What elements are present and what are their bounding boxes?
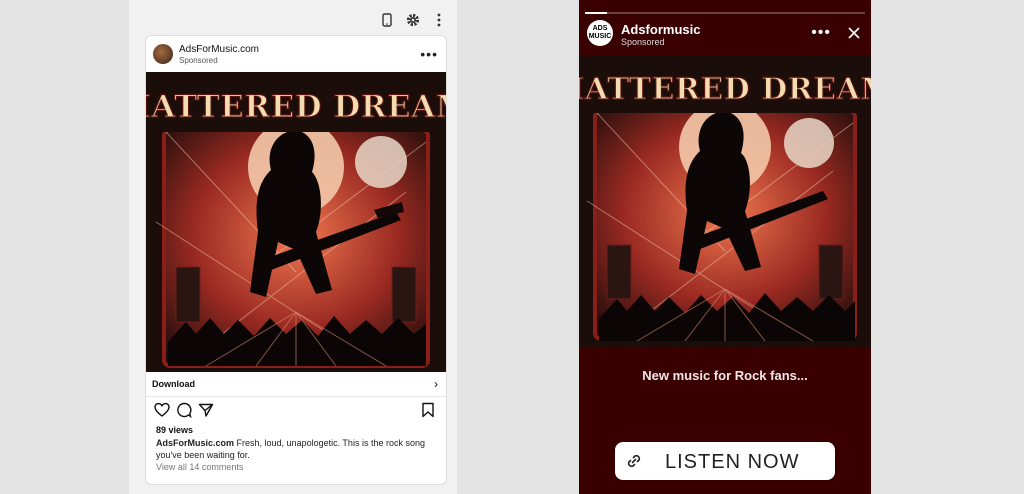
post-artwork-image[interactable]: SHATTERED DREAMS — [146, 72, 446, 372]
listen-now-button[interactable]: LISTEN NOW — [615, 442, 835, 480]
post-header: AdsForMusic.com Sponsored ••• — [146, 36, 446, 72]
story-progress-bar — [585, 12, 865, 14]
gear-icon[interactable] — [405, 12, 421, 28]
heart-icon[interactable] — [154, 402, 170, 418]
share-icon[interactable] — [198, 402, 214, 418]
post-more-icon[interactable]: ••• — [420, 46, 438, 62]
preview-toolbar — [379, 12, 447, 28]
story-sponsored-label: Sponsored — [621, 37, 665, 47]
feed-preview-panel: AdsForMusic.com Sponsored ••• ATTERED DR… — [129, 0, 457, 494]
story-more-icon[interactable]: ••• — [811, 24, 831, 42]
post-account-name[interactable]: AdsForMusic.com — [179, 44, 259, 55]
download-cta-label[interactable]: Download — [152, 379, 195, 389]
link-icon — [627, 454, 641, 468]
mobile-icon[interactable] — [379, 12, 395, 28]
feed-post-card: AdsForMusic.com Sponsored ••• ATTERED DR… — [145, 35, 447, 485]
listen-now-label[interactable]: LISTEN NOW — [665, 451, 799, 474]
more-vertical-icon[interactable] — [431, 12, 447, 28]
comment-icon[interactable] — [176, 402, 192, 418]
story-avatar[interactable]: ADS MUSIC — [587, 20, 613, 46]
bookmark-icon[interactable] — [420, 402, 436, 418]
sponsored-label: Sponsored — [179, 56, 218, 65]
story-artwork-title: SHATTERED DREAMS — [579, 72, 871, 107]
artwork-title: SHATTERED DREAMS — [146, 89, 446, 125]
close-icon[interactable] — [847, 26, 861, 40]
story-progress-fill — [585, 12, 608, 14]
view-count: 89 views — [156, 425, 194, 435]
caption-account-name[interactable]: AdsForMusic.com — [156, 438, 234, 448]
chevron-right-icon[interactable]: › — [434, 377, 438, 391]
story-account-name[interactable]: Adsformusic — [621, 22, 700, 37]
download-cta-row[interactable]: Download › — [146, 374, 446, 397]
story-artwork-image[interactable]: SHATTERED DREAMS — [579, 55, 871, 347]
post-actions — [154, 402, 214, 418]
avatar[interactable] — [153, 44, 173, 64]
view-comments-link[interactable]: View all 14 comments — [156, 462, 243, 472]
post-caption: AdsForMusic.com Fresh, loud, unapologeti… — [156, 437, 438, 461]
story-preview-panel: ADS MUSIC Adsformusic Sponsored ••• ATTE… — [579, 0, 871, 494]
story-tagline: New music for Rock fans... — [642, 368, 808, 383]
